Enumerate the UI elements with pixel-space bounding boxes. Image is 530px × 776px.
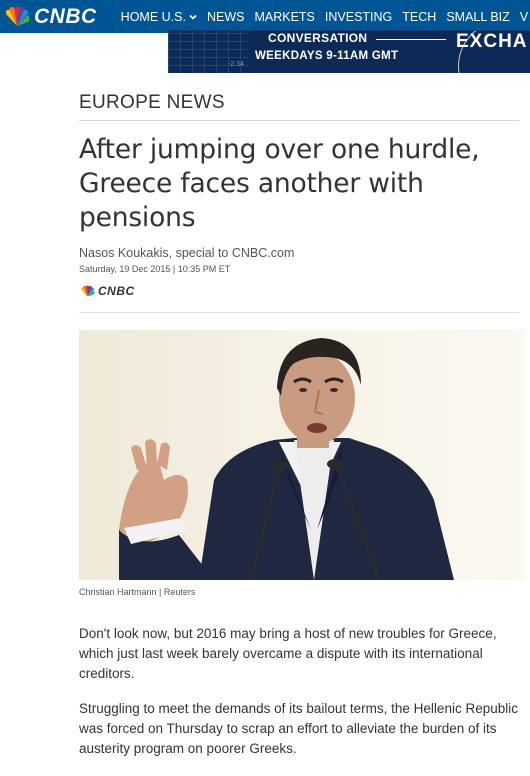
logo-text: CNBC	[34, 4, 97, 28]
nav-item-investing[interactable]: INVESTING	[325, 10, 392, 24]
article-photo	[79, 330, 525, 580]
article-byline: Nasos Koukakis, special to CNBC.com	[79, 246, 295, 260]
nav-menu: HOME U.S. NEWS MARKETS INVESTING TECH SM…	[121, 10, 530, 24]
ad-brand-text: EXCHA	[456, 31, 528, 52]
ad-headline: CONVERSATION	[268, 31, 368, 45]
article-date: Saturday, 19 Dec 2015 | 10:35 PM ET	[79, 264, 231, 274]
peacock-icon	[5, 6, 30, 26]
header-divider	[79, 312, 519, 313]
nav-item-label: TECH	[402, 9, 437, 24]
nav-item-news[interactable]: NEWS	[207, 10, 245, 24]
top-nav: CNBC HOME U.S. NEWS MARKETS INVESTING TE…	[0, 0, 530, 33]
article-paragraph: Struggling to meet the demands of its ba…	[79, 701, 518, 756]
nav-item-small-biz[interactable]: SMALL BIZ	[446, 10, 509, 24]
ad-ticker-value: -2.34	[228, 61, 244, 68]
nav-item-label: NEWS	[206, 9, 245, 24]
source-logo: CNBC	[79, 284, 135, 298]
nav-item-video[interactable]: V	[520, 10, 528, 24]
photo-caption: Christian Hartmann | Reuters	[79, 587, 196, 597]
nav-item-label: SMALL BIZ	[446, 9, 510, 24]
nav-item-markets[interactable]: MARKETS	[254, 10, 314, 24]
ad-divider	[376, 39, 446, 40]
article-paragraph: Don't look now, but 2016 may bring a hos…	[79, 626, 497, 681]
nav-item-label: HOME U.S.	[120, 9, 186, 24]
cnbc-logo[interactable]: CNBC	[0, 0, 97, 33]
nav-item-label: INVESTING	[324, 9, 393, 24]
nav-item-home-us[interactable]: HOME U.S.	[121, 10, 197, 24]
article-headline: After jumping over one hurdle, Greece fa…	[79, 134, 480, 233]
section-divider	[79, 120, 519, 121]
chevron-down-icon	[189, 14, 197, 20]
ad-banner[interactable]: -2.34 CONVERSATION WEEKDAYS 9-11AM GMT E…	[168, 30, 530, 73]
ad-schedule: WEEKDAYS 9-11AM GMT	[255, 50, 399, 62]
source-logo-text: CNBC	[98, 284, 135, 298]
nav-item-label: V	[519, 9, 529, 24]
section-label[interactable]: EUROPE NEWS	[79, 92, 225, 114]
peacock-icon	[81, 285, 95, 297]
nav-item-label: MARKETS	[254, 9, 315, 24]
photo-illustration	[79, 330, 525, 580]
nav-item-tech[interactable]: TECH	[402, 10, 436, 24]
